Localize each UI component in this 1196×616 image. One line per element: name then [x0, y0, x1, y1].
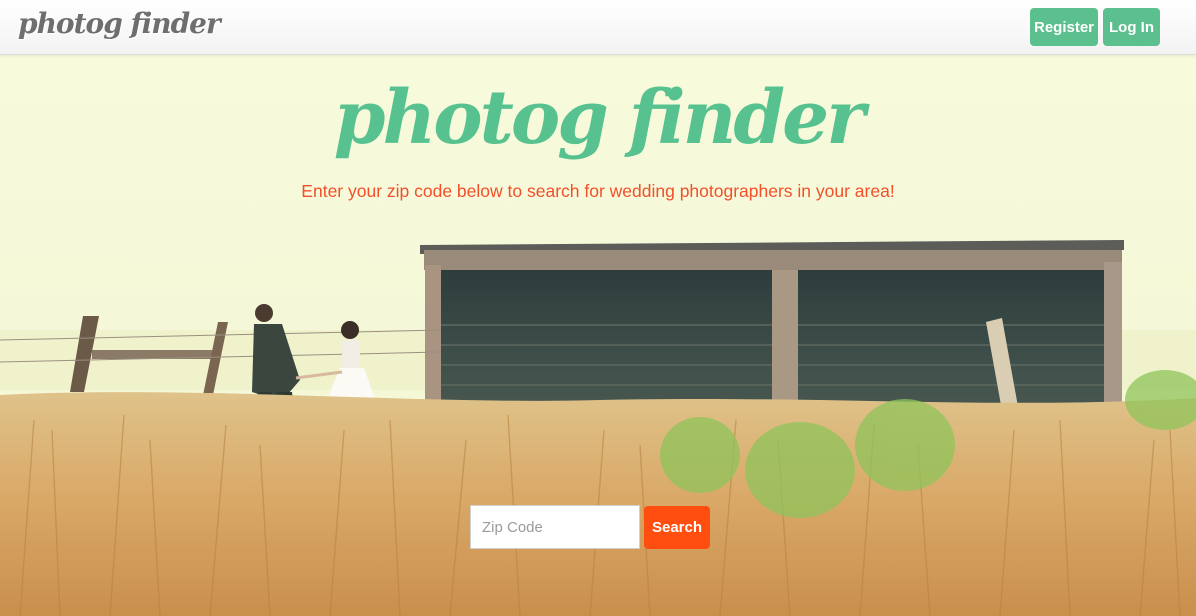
- search-button[interactable]: Search: [644, 506, 710, 549]
- hero-title: photog finder: [333, 75, 866, 161]
- login-button[interactable]: Log In: [1103, 8, 1160, 46]
- landing-page: photog finder Register Log In photog fin…: [0, 0, 1196, 616]
- brand-logo-link[interactable]: photog finder: [18, 7, 221, 40]
- register-button[interactable]: Register: [1030, 8, 1098, 46]
- hero-subtitle: Enter your zip code below to search for …: [301, 181, 895, 201]
- zip-code-input[interactable]: [470, 505, 640, 549]
- navbar: photog finder Register Log In: [0, 0, 1196, 55]
